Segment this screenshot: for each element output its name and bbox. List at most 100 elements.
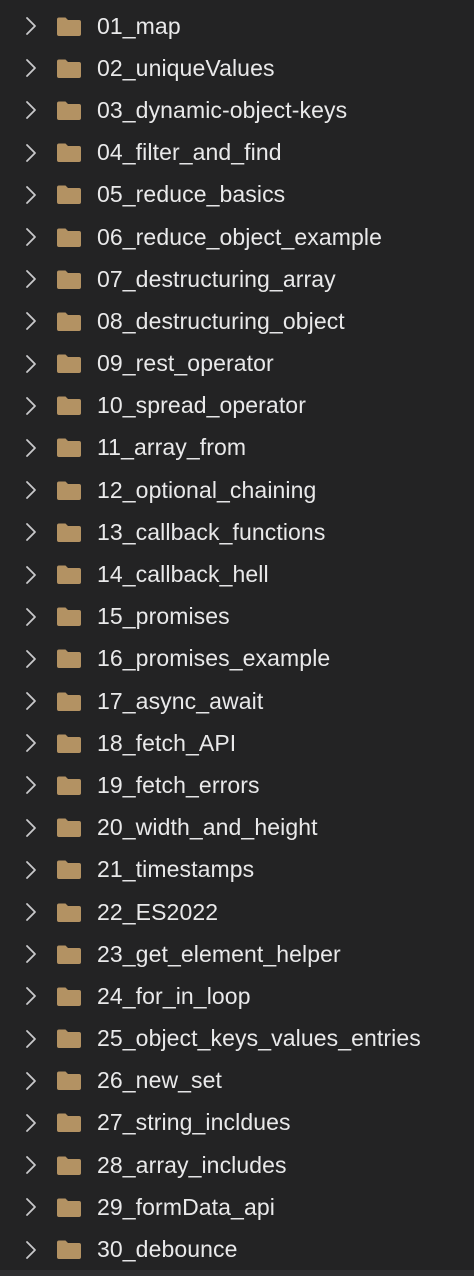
folder-item[interactable]: 18_fetch_API xyxy=(0,722,474,764)
folder-item[interactable]: 23_get_element_helper xyxy=(0,933,474,975)
folder-icon xyxy=(55,689,82,713)
chevron-right-icon[interactable] xyxy=(20,647,42,671)
folder-icon xyxy=(55,1153,82,1177)
chevron-right-icon[interactable] xyxy=(20,773,42,797)
folder-icon xyxy=(55,1238,82,1262)
folder-item[interactable]: 12_optional_chaining xyxy=(0,469,474,511)
folder-item[interactable]: 11_array_from xyxy=(0,427,474,469)
chevron-right-icon[interactable] xyxy=(20,900,42,924)
folder-label: 11_array_from xyxy=(97,434,247,461)
horizontal-scrollbar[interactable] xyxy=(0,1270,474,1276)
chevron-right-icon[interactable] xyxy=(20,1153,42,1177)
chevron-right-icon[interactable] xyxy=(20,141,42,165)
chevron-right-icon[interactable] xyxy=(20,858,42,882)
folder-item[interactable]: 02_uniqueValues xyxy=(0,47,474,89)
folder-item[interactable]: 30_debounce xyxy=(0,1228,474,1270)
chevron-right-icon[interactable] xyxy=(20,98,42,122)
folder-icon xyxy=(55,984,82,1008)
folder-icon xyxy=(55,1069,82,1093)
folder-icon xyxy=(55,1195,82,1219)
folder-item[interactable]: 08_destructuring_object xyxy=(0,300,474,342)
folder-item[interactable]: 26_new_set xyxy=(0,1060,474,1102)
chevron-right-icon[interactable] xyxy=(20,394,42,418)
folder-icon xyxy=(55,520,82,544)
folder-label: 24_for_in_loop xyxy=(97,982,251,1009)
chevron-right-icon[interactable] xyxy=(20,352,42,376)
chevron-right-icon[interactable] xyxy=(20,731,42,755)
folder-item[interactable]: 07_destructuring_array xyxy=(0,258,474,300)
folder-item[interactable]: 29_formData_api xyxy=(0,1186,474,1228)
folder-label: 01_map xyxy=(97,12,181,39)
chevron-right-icon[interactable] xyxy=(20,436,42,460)
folder-label: 08_destructuring_object xyxy=(97,307,345,334)
chevron-right-icon[interactable] xyxy=(20,478,42,502)
folder-icon xyxy=(55,816,82,840)
folder-item[interactable]: 04_filter_and_find xyxy=(0,132,474,174)
chevron-right-icon[interactable] xyxy=(20,984,42,1008)
folder-item[interactable]: 17_async_await xyxy=(0,680,474,722)
folder-icon xyxy=(55,1027,82,1051)
folder-icon xyxy=(55,309,82,333)
folder-item[interactable]: 06_reduce_object_example xyxy=(0,216,474,258)
folder-item[interactable]: 25_object_keys_values_entries xyxy=(0,1018,474,1060)
folder-icon xyxy=(55,267,82,291)
folder-icon xyxy=(55,56,82,80)
folder-label: 30_debounce xyxy=(97,1236,238,1263)
folder-icon xyxy=(55,605,82,629)
folder-item[interactable]: 15_promises xyxy=(0,596,474,638)
folder-icon xyxy=(55,394,82,418)
folder-label: 29_formData_api xyxy=(97,1193,275,1220)
chevron-right-icon[interactable] xyxy=(20,267,42,291)
folder-label: 14_callback_hell xyxy=(97,561,269,588)
folder-label: 07_destructuring_array xyxy=(97,265,336,292)
folder-icon xyxy=(55,225,82,249)
chevron-right-icon[interactable] xyxy=(20,520,42,544)
folder-item[interactable]: 20_width_and_height xyxy=(0,807,474,849)
folder-icon xyxy=(55,183,82,207)
folder-item[interactable]: 19_fetch_errors xyxy=(0,764,474,806)
folder-item[interactable]: 22_ES2022 xyxy=(0,891,474,933)
chevron-right-icon[interactable] xyxy=(20,1027,42,1051)
folder-label: 15_promises xyxy=(97,603,230,630)
folder-icon xyxy=(55,436,82,460)
folder-item[interactable]: 27_string_incldues xyxy=(0,1102,474,1144)
folder-label: 12_optional_chaining xyxy=(97,476,317,503)
chevron-right-icon[interactable] xyxy=(20,942,42,966)
chevron-right-icon[interactable] xyxy=(20,309,42,333)
folder-label: 10_spread_operator xyxy=(97,392,306,419)
chevron-right-icon[interactable] xyxy=(20,1195,42,1219)
chevron-right-icon[interactable] xyxy=(20,183,42,207)
folder-item[interactable]: 01_map xyxy=(0,5,474,47)
folder-item[interactable]: 24_for_in_loop xyxy=(0,975,474,1017)
folder-icon xyxy=(55,942,82,966)
chevron-right-icon[interactable] xyxy=(20,1111,42,1135)
chevron-right-icon[interactable] xyxy=(20,14,42,38)
chevron-right-icon[interactable] xyxy=(20,225,42,249)
folder-item[interactable]: 05_reduce_basics xyxy=(0,174,474,216)
folder-item[interactable]: 03_dynamic-object-keys xyxy=(0,89,474,131)
folder-label: 26_new_set xyxy=(97,1067,223,1094)
chevron-right-icon[interactable] xyxy=(20,1238,42,1262)
folder-icon xyxy=(55,900,82,924)
chevron-right-icon[interactable] xyxy=(20,816,42,840)
folder-label: 05_reduce_basics xyxy=(97,181,286,208)
folder-item[interactable]: 13_callback_functions xyxy=(0,511,474,553)
folder-label: 21_timestamps xyxy=(97,856,255,883)
chevron-right-icon[interactable] xyxy=(20,689,42,713)
chevron-right-icon[interactable] xyxy=(20,1069,42,1093)
folder-item[interactable]: 09_rest_operator xyxy=(0,343,474,385)
folder-label: 04_filter_and_find xyxy=(97,139,282,166)
folder-icon xyxy=(55,731,82,755)
folder-item[interactable]: 16_promises_example xyxy=(0,638,474,680)
folder-item[interactable]: 14_callback_hell xyxy=(0,553,474,595)
folder-item[interactable]: 10_spread_operator xyxy=(0,385,474,427)
folder-label: 13_callback_functions xyxy=(97,518,326,545)
chevron-right-icon[interactable] xyxy=(20,605,42,629)
chevron-right-icon[interactable] xyxy=(20,56,42,80)
folder-item[interactable]: 21_timestamps xyxy=(0,849,474,891)
chevron-right-icon[interactable] xyxy=(20,563,42,587)
folder-label: 17_async_await xyxy=(97,687,264,714)
folder-item[interactable]: 28_array_includes xyxy=(0,1144,474,1186)
folder-label: 18_fetch_API xyxy=(97,729,237,756)
folder-label: 27_string_incldues xyxy=(97,1109,291,1136)
